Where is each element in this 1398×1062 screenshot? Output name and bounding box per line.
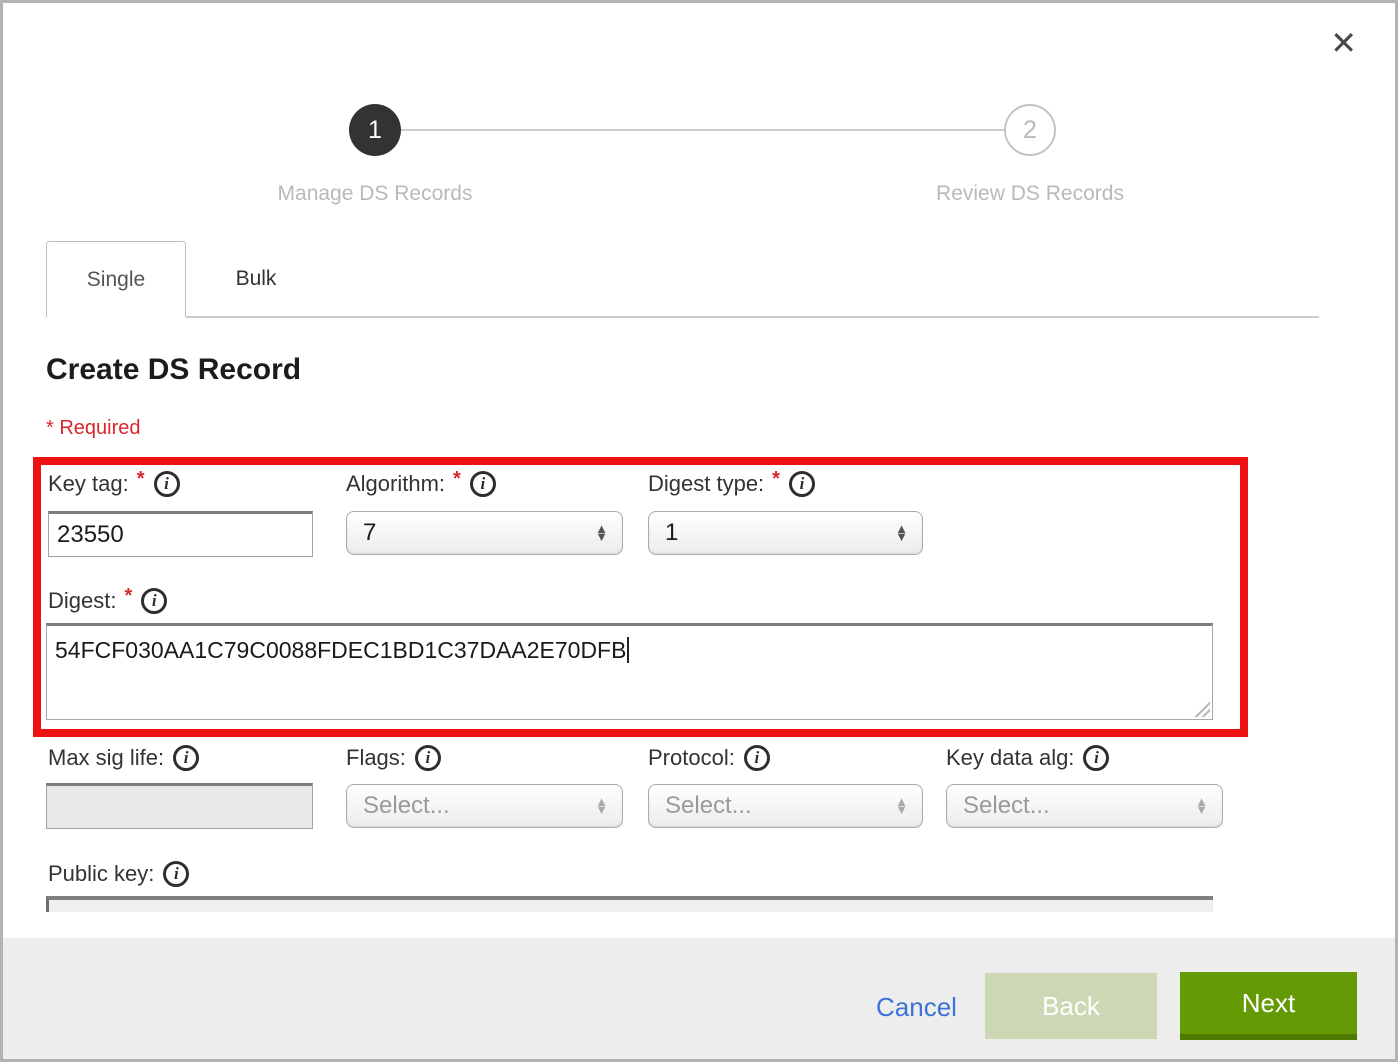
step-1-circle: 1 (349, 104, 401, 156)
digest-label: Digest: * i (48, 588, 167, 614)
resize-handle-icon[interactable] (1193, 700, 1210, 717)
algorithm-label-text: Algorithm: (346, 471, 445, 497)
page-title: Create DS Record (46, 353, 301, 387)
protocol-info-icon[interactable]: i (744, 745, 770, 771)
tab-divider (186, 316, 1319, 318)
step-1-label: Manage DS Records (215, 182, 535, 206)
key-data-alg-label-text: Key data alg: (946, 745, 1074, 771)
digest-type-select-value: 1 (665, 519, 678, 547)
flags-select[interactable]: Select... ▲▼ (346, 784, 623, 828)
protocol-select-value: Select... (665, 792, 752, 820)
required-asterisk: * (46, 417, 54, 439)
key-data-alg-label: Key data alg: i (946, 745, 1109, 771)
algorithm-select[interactable]: 7 ▲▼ (346, 511, 623, 555)
key-data-alg-select-value: Select... (963, 792, 1050, 820)
digest-info-icon[interactable]: i (141, 588, 167, 614)
key-tag-info-icon[interactable]: i (154, 471, 180, 497)
stepper-connector-line (375, 129, 1030, 131)
algorithm-label: Algorithm: * i (346, 471, 496, 497)
algorithm-info-icon[interactable]: i (470, 471, 496, 497)
public-key-label-text: Public key: (48, 861, 154, 887)
public-key-info-icon[interactable]: i (163, 861, 189, 887)
select-arrows-icon: ▲▼ (595, 798, 608, 814)
key-data-alg-select[interactable]: Select... ▲▼ (946, 784, 1223, 828)
required-note: * Required (46, 417, 141, 440)
next-button[interactable]: Next (1180, 972, 1357, 1040)
max-sig-life-info-icon[interactable]: i (173, 745, 199, 771)
public-key-textarea[interactable] (46, 896, 1213, 912)
flags-label: Flags: i (346, 745, 441, 771)
digest-value: 54FCF030AA1C79C0088FDEC1BD1C37DAA2E70DFB (55, 637, 626, 663)
step-2-circle: 2 (1004, 104, 1056, 156)
flags-select-value: Select... (363, 792, 450, 820)
protocol-label-text: Protocol: (648, 745, 735, 771)
digest-required-asterisk: * (124, 585, 132, 608)
select-arrows-icon: ▲▼ (895, 525, 908, 541)
select-arrows-icon: ▲▼ (595, 525, 608, 541)
create-ds-record-modal: ✕ 1 2 Manage DS Records Review DS Record… (0, 0, 1398, 1062)
max-sig-life-label: Max sig life: i (48, 745, 199, 771)
modal-footer: Cancel Back Next (3, 938, 1395, 1059)
algorithm-select-value: 7 (363, 519, 376, 547)
public-key-label: Public key: i (48, 861, 189, 887)
digest-type-label: Digest type: * i (648, 471, 815, 497)
algorithm-required-asterisk: * (453, 468, 461, 491)
back-button[interactable]: Back (985, 973, 1157, 1039)
protocol-label: Protocol: i (648, 745, 770, 771)
digest-type-info-icon[interactable]: i (789, 471, 815, 497)
digest-label-text: Digest: (48, 588, 116, 614)
max-sig-life-input[interactable] (46, 783, 313, 829)
key-tag-required-asterisk: * (137, 468, 145, 491)
key-tag-input[interactable] (48, 511, 313, 557)
digest-type-required-asterisk: * (772, 468, 780, 491)
select-arrows-icon: ▲▼ (1195, 798, 1208, 814)
select-arrows-icon: ▲▼ (895, 798, 908, 814)
key-tag-label: Key tag: * i (48, 471, 180, 497)
digest-type-select[interactable]: 1 ▲▼ (648, 511, 923, 555)
tab-single[interactable]: Single (46, 241, 186, 317)
max-sig-life-label-text: Max sig life: (48, 745, 164, 771)
cancel-button[interactable]: Cancel (876, 992, 957, 1023)
digest-type-label-text: Digest type: (648, 471, 764, 497)
tab-bulk[interactable]: Bulk (186, 241, 326, 317)
close-icon[interactable]: ✕ (1330, 27, 1357, 59)
text-cursor (627, 637, 629, 663)
digest-textarea[interactable]: 54FCF030AA1C79C0088FDEC1BD1C37DAA2E70DFB (46, 623, 1213, 720)
step-2-label: Review DS Records (870, 182, 1190, 206)
required-note-text: Required (59, 417, 140, 439)
flags-info-icon[interactable]: i (415, 745, 441, 771)
key-tag-label-text: Key tag: (48, 471, 129, 497)
protocol-select[interactable]: Select... ▲▼ (648, 784, 923, 828)
key-data-alg-info-icon[interactable]: i (1083, 745, 1109, 771)
flags-label-text: Flags: (346, 745, 406, 771)
